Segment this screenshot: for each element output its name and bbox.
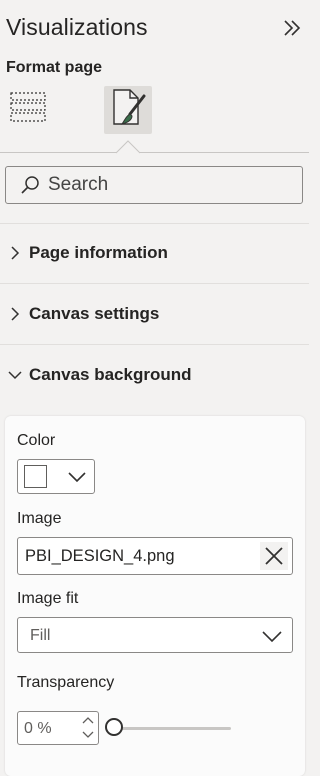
chevron-right-icon xyxy=(11,307,20,321)
build-visual-icon xyxy=(9,88,49,133)
build-visual-tab[interactable] xyxy=(5,86,53,134)
pane-subtitle: Format page xyxy=(6,59,103,76)
tab-underline xyxy=(0,152,309,153)
color-swatch xyxy=(24,465,47,488)
pane-title: Visualizations xyxy=(6,14,148,40)
chevron-down-icon[interactable] xyxy=(81,729,95,741)
chevron-up-icon[interactable] xyxy=(81,714,95,726)
double-chevron-right-icon[interactable] xyxy=(281,17,303,39)
transparency-label: Transparency xyxy=(17,674,115,691)
image-fit-value: Fill xyxy=(30,627,51,644)
search-placeholder: Search xyxy=(48,174,109,195)
transparency-value: 0 % xyxy=(24,720,52,737)
search-icon xyxy=(20,175,40,195)
transparency-stepper[interactable]: 0 % xyxy=(17,711,99,745)
chevron-right-icon xyxy=(11,246,20,260)
image-field[interactable]: PBI_DESIGN_4.png xyxy=(17,537,293,575)
section-label: Canvas settings xyxy=(29,304,160,323)
active-tab-indicator xyxy=(116,140,140,154)
image-label: Image xyxy=(17,510,62,527)
slider-thumb[interactable] xyxy=(105,718,123,736)
color-label: Color xyxy=(17,432,56,449)
chevron-down-icon xyxy=(68,472,86,483)
visualizations-pane: Visualizations Format page Search Page i… xyxy=(0,0,309,776)
search-input[interactable]: Search xyxy=(5,166,303,204)
format-page-tab[interactable] xyxy=(104,86,152,134)
chevron-down-icon xyxy=(8,371,22,380)
section-label: Page information xyxy=(29,243,168,262)
close-icon[interactable] xyxy=(260,542,288,570)
color-picker[interactable] xyxy=(17,459,95,494)
format-paintbrush-icon xyxy=(108,86,148,135)
section-page-information[interactable]: Page information xyxy=(0,223,309,283)
image-fit-label: Image fit xyxy=(17,590,79,607)
section-label: Canvas background xyxy=(29,365,192,384)
section-canvas-settings[interactable]: Canvas settings xyxy=(0,284,309,344)
section-canvas-background[interactable]: Canvas background xyxy=(0,345,309,405)
chevron-down-icon xyxy=(262,631,282,643)
image-value: PBI_DESIGN_4.png xyxy=(25,547,175,565)
transparency-slider[interactable] xyxy=(105,717,233,739)
image-fit-dropdown[interactable]: Fill xyxy=(17,617,293,653)
slider-track xyxy=(117,727,231,730)
